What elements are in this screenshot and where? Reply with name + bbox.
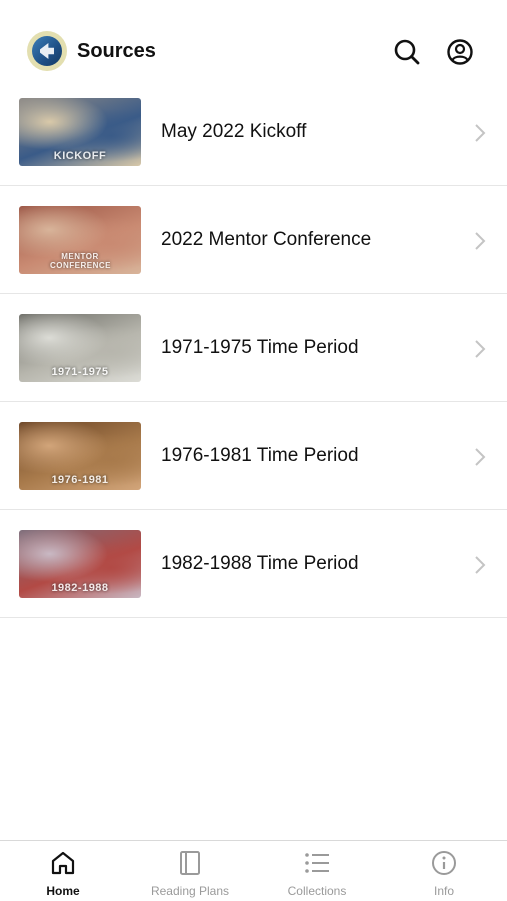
- chevron-right-icon: [475, 340, 486, 358]
- book-icon: [180, 851, 200, 875]
- tab-label: Collections: [287, 884, 347, 898]
- source-row-1971-1975[interactable]: 1971-1975 1971-1975 Time Period: [0, 294, 507, 402]
- source-thumbnail: 1971-1975: [19, 314, 141, 382]
- app-logo-icon: [27, 31, 67, 71]
- source-title: 1982-1988 Time Period: [161, 552, 359, 574]
- thumbnail-caption: 1982-1988: [51, 582, 109, 594]
- thumbnail-caption: MENTOR CONFERENCE: [50, 252, 112, 270]
- tab-label: Home: [46, 884, 80, 898]
- source-thumbnail: 1976-1981: [19, 422, 141, 490]
- source-title: 1971-1975 Time Period: [161, 336, 359, 358]
- bottom-tab-bar: Home Reading Plans Collections Info: [0, 840, 507, 901]
- account-icon[interactable]: [446, 38, 474, 66]
- source-row-may-2022-kickoff[interactable]: KICKOFF May 2022 Kickoff: [0, 78, 507, 186]
- tab-reading-plans[interactable]: Reading Plans: [127, 841, 253, 901]
- thumbnail-caption: 1976-1981: [51, 474, 109, 486]
- page-title: Sources: [77, 40, 156, 62]
- sources-list: KICKOFF May 2022 Kickoff MENTOR CONFEREN…: [0, 78, 507, 618]
- tab-home[interactable]: Home: [0, 841, 126, 901]
- chevron-right-icon: [475, 232, 486, 250]
- chevron-right-icon: [475, 124, 486, 142]
- source-title: May 2022 Kickoff: [161, 120, 307, 142]
- list-icon: [305, 853, 329, 873]
- tab-collections[interactable]: Collections: [254, 841, 380, 901]
- source-title: 2022 Mentor Conference: [161, 228, 372, 250]
- thumbnail-caption: 1971-1975: [51, 366, 109, 378]
- tab-label: Info: [433, 884, 454, 898]
- search-icon[interactable]: [393, 38, 421, 66]
- source-row-1982-1988[interactable]: 1982-1988 1982-1988 Time Period: [0, 510, 507, 618]
- source-thumbnail: 1982-1988: [19, 530, 141, 598]
- chevron-right-icon: [475, 556, 486, 574]
- info-icon: [432, 851, 456, 875]
- source-thumbnail: KICKOFF: [19, 98, 141, 166]
- thumbnail-caption: KICKOFF: [53, 150, 107, 162]
- tab-label: Reading Plans: [150, 884, 230, 898]
- source-row-1976-1981[interactable]: 1976-1981 1976-1981 Time Period: [0, 402, 507, 510]
- home-icon: [51, 851, 75, 875]
- source-title: 1976-1981 Time Period: [161, 444, 359, 466]
- chevron-right-icon: [475, 448, 486, 466]
- source-row-2022-mentor-conference[interactable]: MENTOR CONFERENCE 2022 Mentor Conference: [0, 186, 507, 294]
- tab-info[interactable]: Info: [381, 841, 507, 901]
- source-thumbnail: MENTOR CONFERENCE: [19, 206, 141, 274]
